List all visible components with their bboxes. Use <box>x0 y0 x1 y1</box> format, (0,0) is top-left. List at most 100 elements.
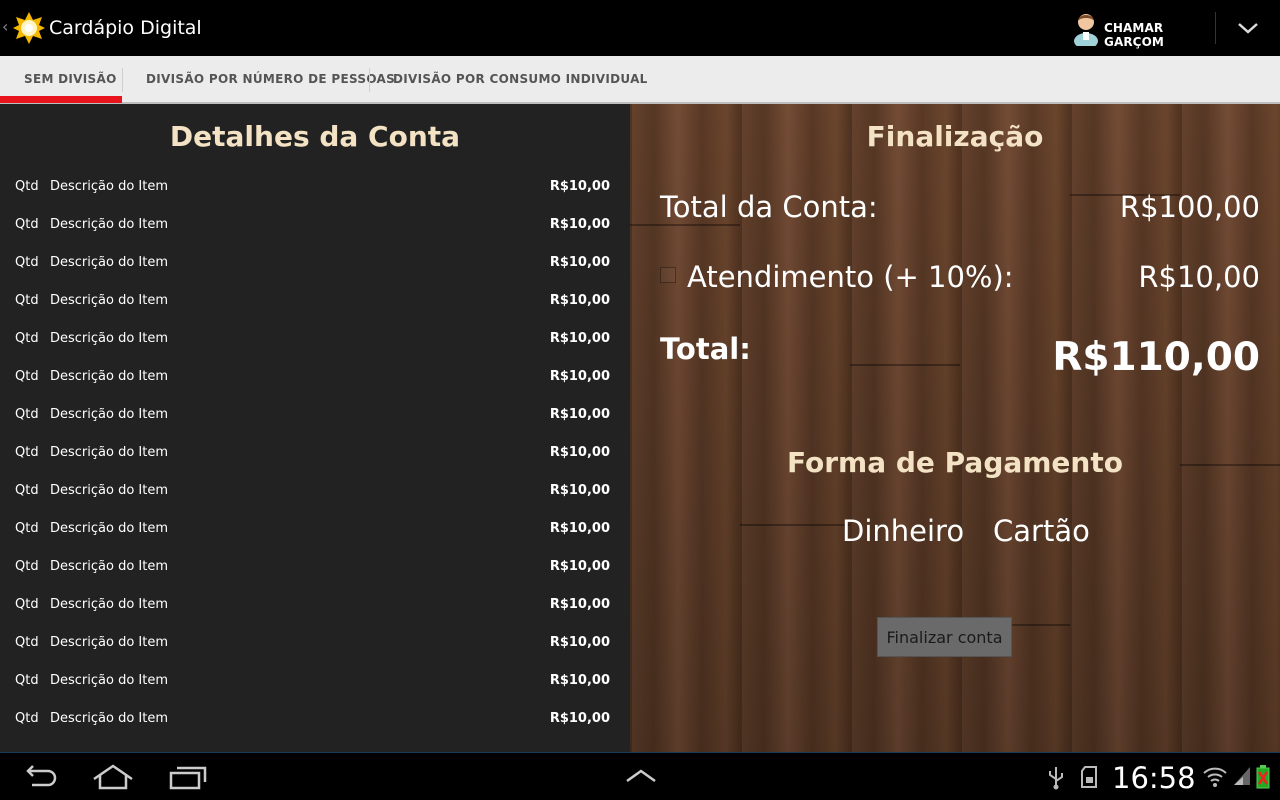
bill-item-qty: Qtd <box>15 559 39 574</box>
bill-item-row[interactable]: Qtd Descrição do Item R$10,00 <box>0 711 630 749</box>
bill-item-price: R$10,00 <box>549 331 610 346</box>
bill-item-price: R$10,00 <box>549 521 610 536</box>
wood-texture <box>740 524 850 526</box>
bill-item-description: Descrição do Item <box>50 255 169 270</box>
tab-bar: SEM DIVISÃO DIVISÃO POR NÚMERO DE PESSOA… <box>0 56 1280 104</box>
payment-option-cash[interactable]: Dinheiro <box>842 514 964 548</box>
bill-details-panel: Detalhes da Conta Qtd Descrição do Item R$… <box>0 104 630 752</box>
bill-item-row[interactable]: Qtd Descrição do Item R$10,00 <box>0 635 630 673</box>
grand-total-value: R$110,00 <box>1052 335 1260 380</box>
bill-item-qty: Qtd <box>15 673 39 688</box>
usb-icon <box>1049 767 1063 790</box>
battery-icon <box>1256 765 1270 789</box>
bill-item-description: Descrição do Item <box>50 635 169 650</box>
bill-item-row[interactable]: Qtd Descrição do Item R$10,00 <box>0 597 630 635</box>
wifi-icon <box>1203 767 1227 787</box>
tab-separator <box>369 68 370 92</box>
bill-item-row[interactable]: Qtd Descrição do Item R$10,00 <box>0 445 630 483</box>
tab-division-by-consumption[interactable]: DIVISÃO POR CONSUMO INDIVIDUAL <box>393 56 648 104</box>
bill-item-row[interactable]: Qtd Descrição do Item R$10,00 <box>0 483 630 521</box>
back-icon[interactable] <box>20 763 58 791</box>
service-fee-value: R$10,00 <box>1138 260 1260 294</box>
bill-item-qty: Qtd <box>15 407 39 422</box>
bill-item-description: Descrição do Item <box>50 711 169 726</box>
bill-item-description: Descrição do Item <box>50 217 169 232</box>
bill-item-description: Descrição do Item <box>50 179 169 194</box>
chevron-up-icon[interactable] <box>624 767 658 785</box>
bill-item-price: R$10,00 <box>549 711 610 726</box>
bill-item-price: R$10,00 <box>549 635 610 650</box>
call-waiter-label: CHAMAR GARÇOM <box>1104 21 1164 49</box>
service-fee-checkbox[interactable] <box>660 267 676 283</box>
bill-item-price: R$10,00 <box>549 407 610 422</box>
bill-item-row[interactable]: Qtd Descrição do Item R$10,00 <box>0 559 630 597</box>
bill-item-qty: Qtd <box>15 521 39 536</box>
bill-item-row[interactable]: Qtd Descrição do Item R$10,00 <box>0 179 630 217</box>
bill-item-description: Descrição do Item <box>50 331 169 346</box>
bill-item-row[interactable]: Qtd Descrição do Item R$10,00 <box>0 217 630 255</box>
bill-item-qty: Qtd <box>15 635 39 650</box>
bill-item-price: R$10,00 <box>549 597 610 612</box>
app-title: Cardápio Digital <box>49 17 202 39</box>
tab-separator <box>122 68 123 92</box>
app-logo-icon[interactable] <box>12 11 46 45</box>
bill-item-qty: Qtd <box>15 255 39 270</box>
bill-item-description: Descrição do Item <box>50 521 169 536</box>
actionbar-divider <box>1215 12 1216 44</box>
bill-item-price: R$10,00 <box>549 293 610 308</box>
bill-item-row[interactable]: Qtd Descrição do Item R$10,00 <box>0 293 630 331</box>
wood-texture <box>630 224 740 226</box>
bill-item-qty: Qtd <box>15 217 39 232</box>
bill-item-price: R$10,00 <box>549 217 610 232</box>
bill-item-description: Descrição do Item <box>50 673 169 688</box>
bill-item-row[interactable]: Qtd Descrição do Item R$10,00 <box>0 369 630 407</box>
tab-division-by-people[interactable]: DIVISÃO POR NÚMERO DE PESSOAS <box>146 56 395 104</box>
wood-texture <box>850 364 960 366</box>
sd-card-icon <box>1081 766 1097 788</box>
bill-item-row[interactable]: Qtd Descrição do Item R$10,00 <box>0 331 630 369</box>
action-bar: ‹ Cardápio Digital CHAMAR GARÇOM <box>0 0 1280 56</box>
service-fee-label[interactable]: Atendimento (+ 10%): <box>687 260 1014 294</box>
bill-item-row[interactable]: Qtd Descrição do Item R$10,00 <box>0 521 630 559</box>
call-waiter-button[interactable]: CHAMAR GARÇOM <box>1068 8 1216 49</box>
finalization-panel: Finalização Total da Conta: R$100,00 Ate… <box>630 104 1280 752</box>
bill-item-description: Descrição do Item <box>50 559 169 574</box>
bill-item-qty: Qtd <box>15 179 39 194</box>
bill-total-value: R$100,00 <box>1119 190 1260 224</box>
bill-item-description: Descrição do Item <box>50 293 169 308</box>
bill-item-price: R$10,00 <box>549 255 610 270</box>
bill-item-description: Descrição do Item <box>50 445 169 460</box>
bill-item-qty: Qtd <box>15 293 39 308</box>
bill-item-row[interactable]: Qtd Descrição do Item R$10,00 <box>0 673 630 711</box>
bill-item-price: R$10,00 <box>549 179 610 194</box>
bill-item-description: Descrição do Item <box>50 597 169 612</box>
bill-item-price: R$10,00 <box>549 445 610 460</box>
signal-icon <box>1234 767 1250 785</box>
payment-method-title: Forma de Pagamento <box>787 446 1123 479</box>
bill-item-row[interactable]: Qtd Descrição do Item R$10,00 <box>0 255 630 293</box>
bill-item-price: R$10,00 <box>549 483 610 498</box>
bill-item-qty: Qtd <box>15 369 39 384</box>
bill-item-price: R$10,00 <box>549 369 610 384</box>
payment-option-card[interactable]: Cartão <box>993 514 1090 548</box>
bill-item-price: R$10,00 <box>549 673 610 688</box>
bill-item-qty: Qtd <box>15 711 39 726</box>
bill-details-title: Detalhes da Conta <box>169 120 461 153</box>
bill-item-description: Descrição do Item <box>50 407 169 422</box>
bill-total-label: Total da Conta: <box>660 190 878 224</box>
clock: 16:58 <box>1112 761 1196 795</box>
system-navigation-bar: 16:58 <box>0 752 1280 800</box>
home-icon[interactable] <box>92 763 134 791</box>
bill-item-description: Descrição do Item <box>50 369 169 384</box>
bill-item-qty: Qtd <box>15 331 39 346</box>
finalization-title: Finalização <box>866 120 1044 153</box>
recent-apps-icon[interactable] <box>169 764 207 790</box>
bill-item-price: R$10,00 <box>549 559 610 574</box>
selected-tab-indicator <box>0 96 122 103</box>
bill-item-qty: Qtd <box>15 483 39 498</box>
up-navigation-icon[interactable]: ‹ <box>2 17 8 36</box>
chevron-down-icon[interactable] <box>1228 14 1268 42</box>
finish-bill-button[interactable]: Finalizar conta <box>877 617 1012 657</box>
waiter-avatar-icon <box>1074 14 1098 46</box>
bill-item-row[interactable]: Qtd Descrição do Item R$10,00 <box>0 407 630 445</box>
